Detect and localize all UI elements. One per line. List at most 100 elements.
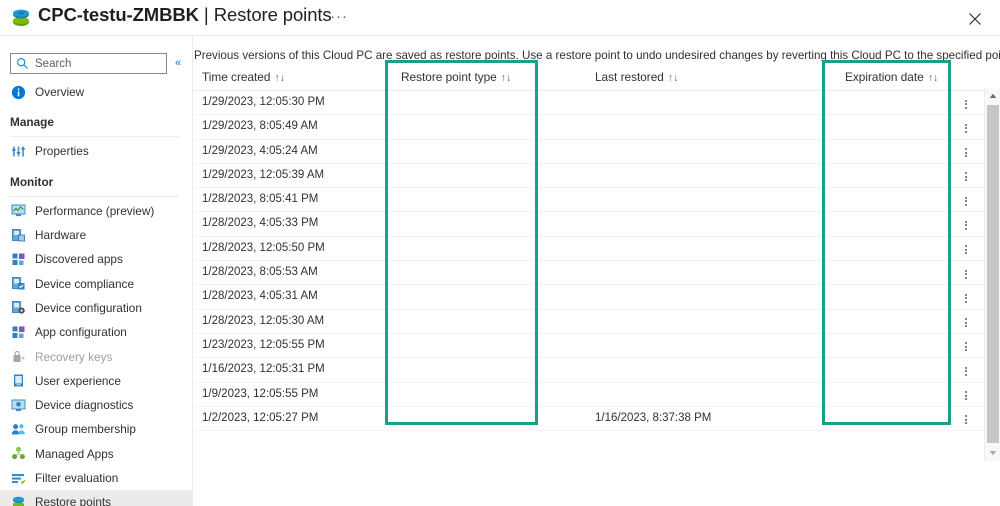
performance-icon <box>10 203 26 219</box>
table-body: 1/29/2023, 12:05:30 PM 1/29/2023, 8:05:49… <box>194 91 1000 432</box>
column-header-time-created[interactable]: Time created ↑↓ <box>202 70 285 84</box>
table-row[interactable]: 1/28/2023, 4:05:33 PM <box>194 212 1000 237</box>
column-header-restore-point-type[interactable]: Restore point type ↑↓ <box>401 70 511 84</box>
cell-time-created: 1/28/2023, 8:05:53 AM <box>202 266 318 279</box>
table-row[interactable]: 1/29/2023, 8:05:49 AM <box>194 115 1000 140</box>
device-config-icon <box>10 300 26 316</box>
sidebar-item-label: Overview <box>35 85 85 100</box>
table-row[interactable]: 1/28/2023, 12:05:50 PM <box>194 237 1000 262</box>
sidebar-item-label: User experience <box>35 373 121 388</box>
sidebar-item-label: Recovery keys <box>35 349 113 364</box>
table-row[interactable]: 1/29/2023, 12:05:30 PM <box>194 91 1000 116</box>
sidebar-item-label: Device diagnostics <box>35 398 134 413</box>
hardware-icon <box>10 227 26 243</box>
scroll-up-arrow[interactable] <box>985 88 1000 104</box>
table-row[interactable]: 1/28/2023, 4:05:31 AM <box>194 285 1000 310</box>
row-actions-menu-icon[interactable] <box>961 414 971 426</box>
recovery-keys-icon <box>10 349 26 365</box>
collapse-sidebar-button[interactable]: « <box>175 57 181 69</box>
table-row[interactable]: 1/9/2023, 12:05:55 PM <box>194 383 1000 407</box>
device-diagnostics-icon <box>10 397 26 413</box>
search-box[interactable] <box>10 53 167 74</box>
title-bar: CPC-testu-ZMBBK | Restore points ··· <box>0 0 1000 35</box>
sidebar-item-label: Managed Apps <box>35 446 114 461</box>
sort-icon[interactable]: ↑↓ <box>501 72 512 84</box>
cell-time-created: 1/2/2023, 12:05:27 PM <box>202 411 319 424</box>
sort-icon[interactable]: ↑↓ <box>668 72 679 84</box>
table-row[interactable]: 1/28/2023, 8:05:41 PM <box>194 188 1000 213</box>
column-header-label: Expiration date <box>845 70 924 84</box>
sidebar-group-divider <box>10 195 179 197</box>
row-actions-menu-icon[interactable] <box>961 268 971 280</box>
sidebar-group-manage: Manage <box>0 104 193 133</box>
column-header-expiration-date[interactable]: Expiration date ↑↓ <box>845 70 938 84</box>
row-actions-menu-icon[interactable] <box>961 98 971 110</box>
page-title-separator: | <box>203 4 209 25</box>
row-actions-menu-icon[interactable] <box>961 390 971 402</box>
sidebar-item-device-configuration[interactable]: Device configuration <box>0 296 193 320</box>
page-description: Previous versions of this Cloud PC are s… <box>194 49 1000 62</box>
table-row[interactable]: 1/16/2023, 12:05:31 PM <box>194 358 1000 383</box>
cell-time-created: 1/29/2023, 4:05:24 AM <box>202 144 318 157</box>
row-actions-menu-icon[interactable] <box>961 244 971 256</box>
sidebar-item-hardware[interactable]: Hardware <box>0 223 193 247</box>
sidebar-item-discovered-apps[interactable]: Discovered apps <box>0 247 193 271</box>
sidebar-item-filter-evaluation[interactable]: Filter evaluation <box>0 466 193 490</box>
row-actions-menu-icon[interactable] <box>961 147 971 159</box>
sidebar-item-restore-points[interactable]: Restore points <box>0 490 193 506</box>
discovered-apps-icon <box>10 251 26 267</box>
column-header-last-restored[interactable]: Last restored ↑↓ <box>595 70 678 84</box>
cell-time-created: 1/28/2023, 12:05:30 AM <box>202 314 325 327</box>
page-title-section: Restore points <box>213 4 332 25</box>
close-icon[interactable] <box>964 8 986 30</box>
sidebar-item-app-configuration[interactable]: App configuration <box>0 320 193 344</box>
device-compliance-icon <box>10 276 26 292</box>
restore-points-page: CPC-testu-ZMBBK | Restore points ··· « <box>0 0 1000 506</box>
sidebar-item-label: Device compliance <box>35 276 135 291</box>
search-input[interactable] <box>33 54 163 73</box>
page-title-resource: CPC-testu-ZMBBK <box>38 4 199 25</box>
sidebar-item-label: Restore points <box>35 495 112 506</box>
row-actions-menu-icon[interactable] <box>961 122 971 134</box>
sidebar-item-device-compliance[interactable]: Device compliance <box>0 271 193 295</box>
cloud-pc-icon <box>10 8 32 28</box>
table-row[interactable]: 1/29/2023, 4:05:24 AM <box>194 140 1000 164</box>
row-actions-menu-icon[interactable] <box>961 317 971 329</box>
sidebar-item-performance[interactable]: Performance (preview) <box>0 199 193 223</box>
sidebar-item-label: Discovered apps <box>35 252 123 267</box>
sidebar-item-properties[interactable]: Properties <box>0 139 193 163</box>
restore-points-icon <box>10 494 26 506</box>
user-experience-icon <box>10 373 26 389</box>
row-actions-menu-icon[interactable] <box>961 365 971 377</box>
sidebar: « Overview Manage <box>0 36 193 506</box>
scroll-down-arrow[interactable] <box>985 445 1000 461</box>
row-actions-menu-icon[interactable] <box>961 195 971 207</box>
sort-icon[interactable]: ↑↓ <box>928 72 939 84</box>
cell-time-created: 1/28/2023, 4:05:31 AM <box>202 290 318 303</box>
table-row[interactable]: 1/23/2023, 12:05:55 PM <box>194 334 1000 359</box>
cell-time-created: 1/9/2023, 12:05:55 PM <box>202 387 319 400</box>
sidebar-item-recovery-keys[interactable]: Recovery keys <box>0 344 193 368</box>
row-actions-menu-icon[interactable] <box>961 219 971 231</box>
table-row[interactable]: 1/2/2023, 12:05:27 PM 1/16/2023, 8:37:38 … <box>194 407 1000 432</box>
row-actions-menu-icon[interactable] <box>961 341 971 353</box>
table-header-row: Time created ↑↓ Restore point type ↑↓ Last… <box>194 66 1000 91</box>
sort-icon[interactable]: ↑↓ <box>274 72 285 84</box>
sidebar-item-managed-apps[interactable]: Managed Apps <box>0 442 193 466</box>
table-scrollbar[interactable] <box>984 88 1000 461</box>
row-actions-menu-icon[interactable] <box>961 171 971 183</box>
sidebar-item-group-membership[interactable]: Group membership <box>0 417 193 441</box>
sidebar-item-user-experience[interactable]: User experience <box>0 369 193 393</box>
scrollbar-thumb[interactable] <box>987 105 999 443</box>
sidebar-item-label: Hardware <box>35 228 87 243</box>
row-actions-menu-icon[interactable] <box>961 292 971 304</box>
sidebar-item-device-diagnostics[interactable]: Device diagnostics <box>0 393 193 417</box>
table-row[interactable]: 1/28/2023, 8:05:53 AM <box>194 261 1000 286</box>
sidebar-group-divider <box>10 136 179 138</box>
sidebar-item-overview[interactable]: Overview <box>0 80 193 104</box>
more-options-button[interactable]: ··· <box>330 9 348 24</box>
sidebar-item-label: App configuration <box>35 325 127 340</box>
sidebar-nav-list: Overview Manage Properties Monitor Perfo… <box>0 80 193 506</box>
table-row[interactable]: 1/28/2023, 12:05:30 AM <box>194 310 1000 334</box>
table-row[interactable]: 1/29/2023, 12:05:39 AM <box>194 164 1000 189</box>
